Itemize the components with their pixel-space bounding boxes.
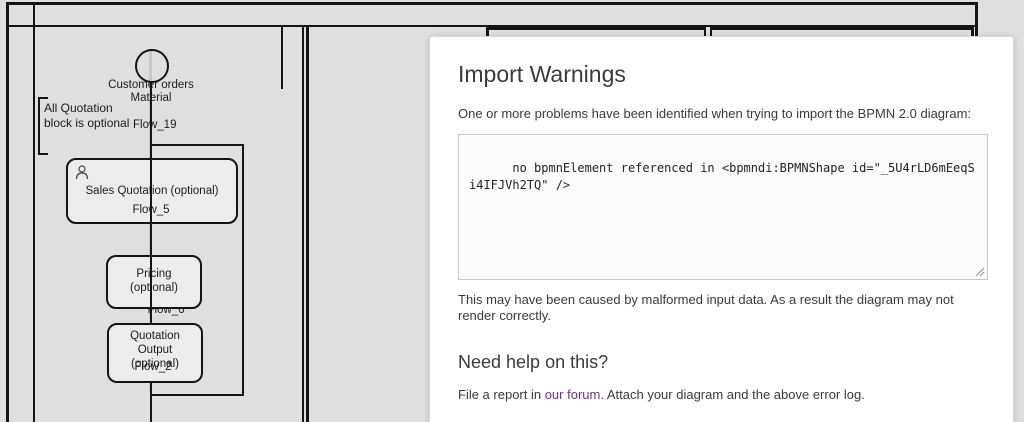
resize-grip-icon[interactable] <box>975 267 985 277</box>
help-heading: Need help on this? <box>458 352 609 372</box>
import-warnings-dialog: Import Warnings One or more problems hav… <box>429 36 1014 422</box>
task-label: Pricing (optional) <box>130 268 178 294</box>
annotation-bracket <box>38 97 40 155</box>
lane-divider-middle <box>302 25 304 422</box>
lane-divider-stub <box>281 25 283 89</box>
annotation-bracket-top <box>38 97 48 99</box>
task-label: Sales Quotation (optional) <box>85 185 219 197</box>
flow-2-label: Flow_2 <box>134 361 172 373</box>
dialog-explanation-text: This may have been caused by malformed i… <box>458 292 954 323</box>
error-log-text: no bpmnElement referenced in <bpmndi:BPM… <box>469 161 975 192</box>
task-quotation-output[interactable]: Quotation Output (optional) <box>107 323 203 383</box>
annotation-bracket-bottom <box>38 153 48 155</box>
lane-divider-middle-2 <box>306 25 309 422</box>
subprocess-top-border-1 <box>488 27 706 30</box>
help-paragraph: File a report in our forum. Attach your … <box>458 387 865 402</box>
flow-5-label: Flow_5 <box>132 204 170 216</box>
dialog-title: Import Warnings <box>458 61 626 87</box>
flow-19-label: Flow_19 <box>133 119 177 131</box>
task-pricing[interactable]: Pricing (optional) <box>106 255 202 309</box>
subprocess-top-border-2 <box>710 27 973 30</box>
bpmn-modeler-canvas: Customer orders Material All Quotation bl… <box>0 0 1024 422</box>
lane-divider-left <box>33 2 35 422</box>
user-task-icon <box>75 165 89 180</box>
pool-border-left <box>6 2 9 422</box>
sequence-flow-line-lower[interactable] <box>150 383 152 422</box>
error-log-textarea[interactable]: no bpmnElement referenced in <bpmndi:BPM… <box>458 134 988 280</box>
pool-border-top <box>6 2 978 5</box>
dialog-intro-text: One or more problems have been identifie… <box>458 106 972 121</box>
forum-link[interactable]: our forum <box>545 387 601 402</box>
start-event-circle[interactable] <box>135 49 169 83</box>
